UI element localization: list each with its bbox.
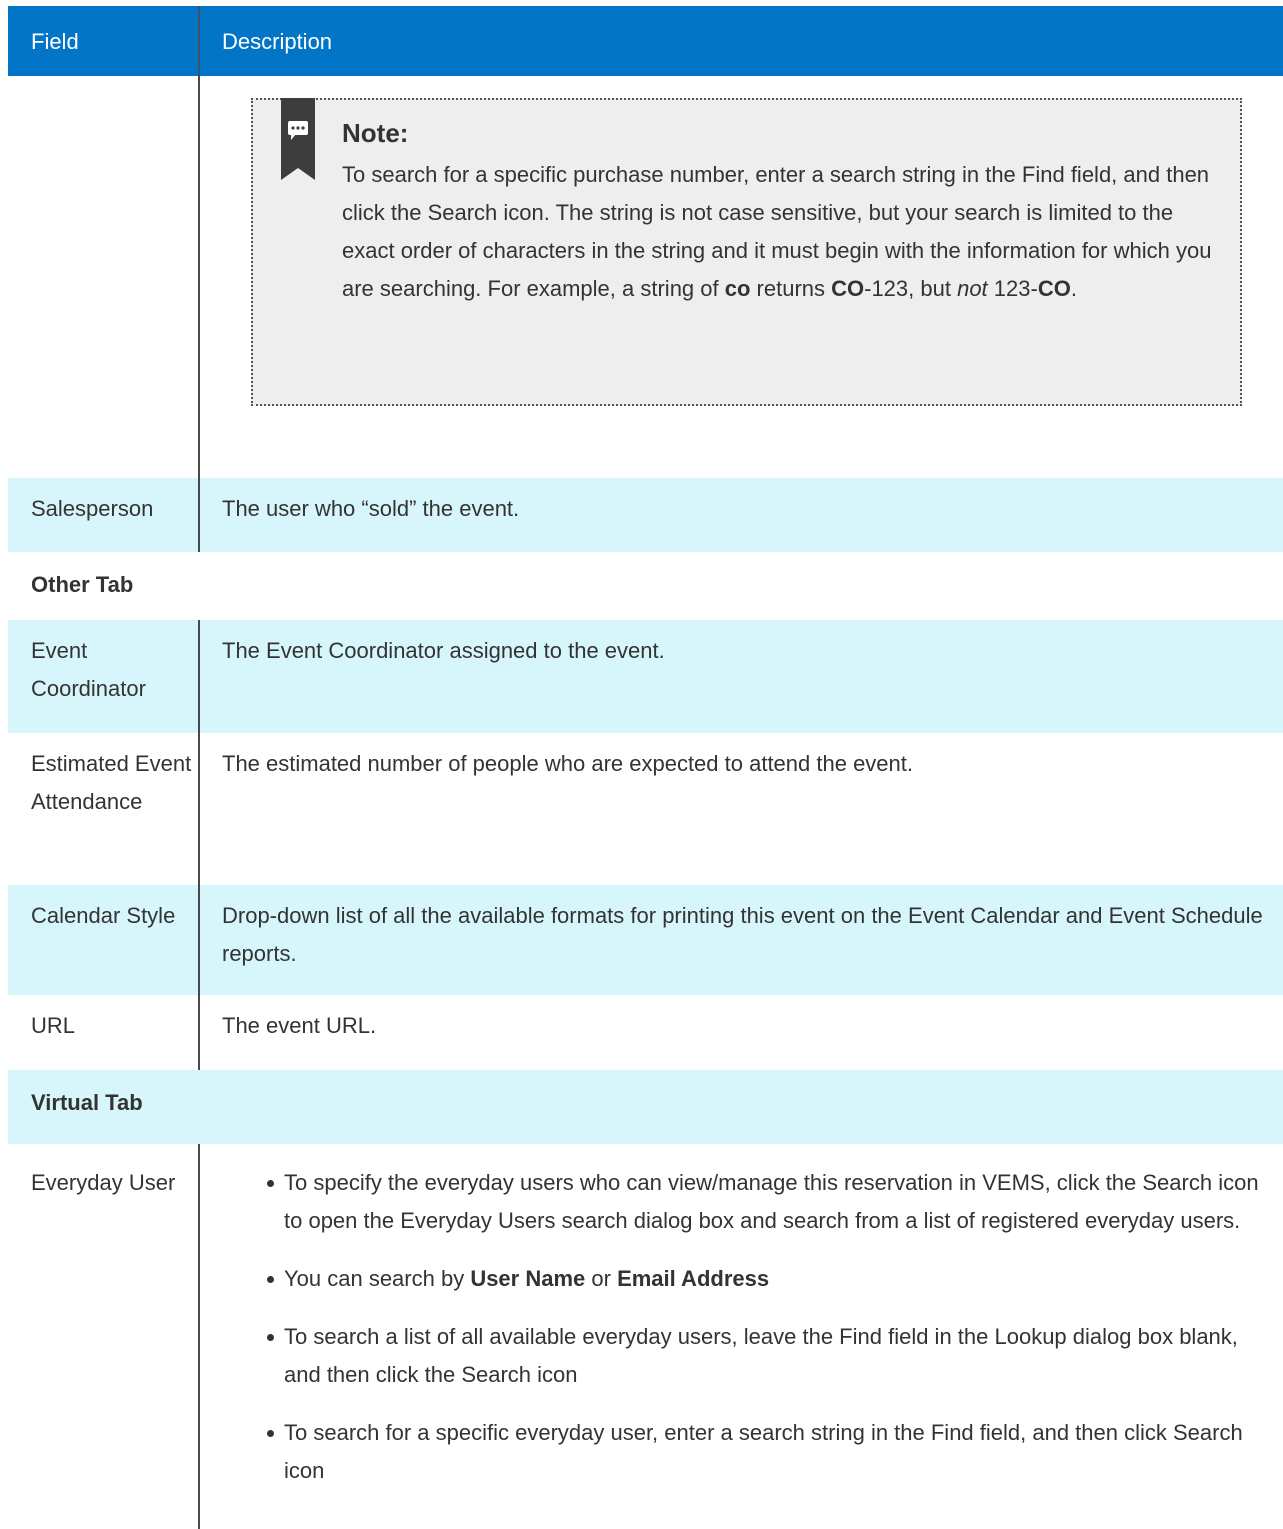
section-heading-row: Other Tab: [8, 552, 1283, 620]
description-cell: The Event Coordinator assigned to the ev…: [222, 638, 665, 663]
description-cell: To specify the everyday users who can vi…: [200, 1144, 1283, 1529]
section-heading: Other Tab: [31, 572, 134, 597]
field-cell: Salesperson: [8, 478, 200, 552]
bullet-list: To specify the everyday users who can vi…: [222, 1164, 1263, 1490]
list-item: You can search by User Name or Email Add…: [267, 1260, 1263, 1298]
section-heading-row: Virtual Tab: [8, 1070, 1283, 1144]
header-description: Description: [222, 29, 333, 54]
field-cell: Everyday User: [8, 1144, 200, 1529]
table-row: Estimated Event Attendance The estimated…: [8, 733, 1283, 885]
list-item: To search a list of all available everyd…: [267, 1318, 1263, 1394]
field-cell-empty: [8, 76, 200, 478]
field-cell: Event Coordinator: [8, 620, 200, 733]
table-row: Everyday User To specify the everyday us…: [8, 1144, 1283, 1529]
table-header: Field Description: [8, 6, 1283, 76]
field-cell: URL: [8, 995, 200, 1070]
table-row: Salesperson The user who “sold” the even…: [8, 478, 1283, 552]
note-title: Note:: [342, 118, 409, 148]
header-field: Field: [8, 6, 200, 76]
description-cell: The estimated number of people who are e…: [222, 751, 914, 776]
list-item: To search for a specific everyday user, …: [267, 1414, 1263, 1490]
list-item: To specify the everyday users who can vi…: [267, 1164, 1263, 1240]
description-cell: The user who “sold” the event.: [222, 496, 520, 521]
table-row: Event Coordinator The Event Coordinator …: [8, 620, 1283, 733]
chat-bubble-icon: [281, 98, 315, 180]
description-cell: The event URL.: [222, 1013, 377, 1038]
note-text: To search for a specific purchase number…: [342, 162, 1212, 301]
description-cell: Drop-down list of all the available form…: [222, 903, 1263, 966]
field-cell: Estimated Event Attendance: [8, 733, 200, 885]
section-heading: Virtual Tab: [31, 1090, 143, 1115]
note-callout: Note: To search for a specific purchase …: [251, 98, 1242, 406]
field-description-table: Field Description Note: To search for a …: [8, 6, 1283, 1529]
table-row: URL The event URL.: [8, 995, 1283, 1070]
table-row: Note: To search for a specific purchase …: [8, 76, 1283, 478]
table-row: Calendar Style Drop-down list of all the…: [8, 885, 1283, 995]
field-cell: Calendar Style: [8, 885, 200, 995]
